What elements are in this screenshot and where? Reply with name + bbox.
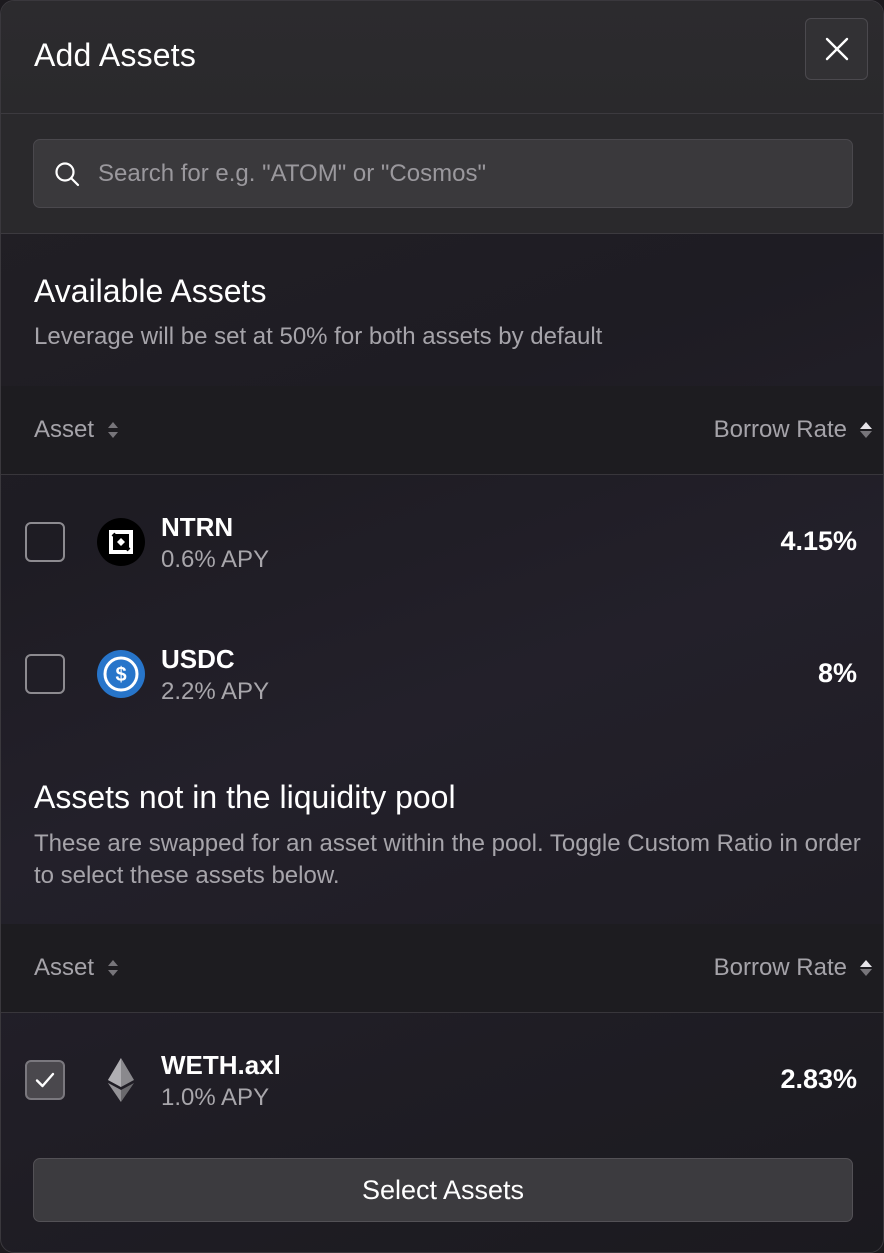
sort-ascending-icon: [860, 422, 872, 438]
asset-checkbox[interactable]: [25, 654, 65, 694]
asset-column-label: Asset: [34, 954, 95, 981]
asset-apy: 2.2% APY: [161, 678, 270, 705]
sort-icon: [108, 960, 119, 976]
close-button[interactable]: [805, 18, 868, 80]
svg-text:$: $: [115, 664, 126, 686]
search-input[interactable]: [98, 140, 838, 207]
asset-row-usdc[interactable]: $ USDC 2.2% APY 8%: [1, 624, 883, 724]
asset-checkbox[interactable]: [25, 522, 65, 562]
eth-icon: [108, 1058, 134, 1102]
asset-apy: 1.0% APY: [161, 1084, 270, 1111]
asset-symbol: WETH.axl: [161, 1050, 281, 1080]
ntrn-icon: [97, 518, 145, 566]
not-in-pool-subtitle: These are swapped for an asset within th…: [34, 830, 861, 889]
asset-apy: 0.6% APY: [161, 546, 270, 573]
asset-borrow-rate: 8%: [817, 658, 857, 688]
sort-icon: [108, 422, 119, 438]
search-area: [1, 114, 883, 234]
search-box[interactable]: [33, 139, 853, 208]
close-icon: [825, 37, 848, 61]
sort-by-asset-header[interactable]: Asset: [34, 416, 120, 444]
available-table-header: Asset Borrow Rate: [1, 386, 883, 475]
add-assets-modal: Add Assets Available Assets Leverage wil…: [0, 0, 884, 1253]
borrow-rate-column-label: Borrow Rate: [713, 416, 847, 443]
asset-column-label: Asset: [34, 416, 95, 443]
not-in-pool-table-header: Asset Borrow Rate: [1, 924, 883, 1013]
borrow-rate-column-label: Borrow Rate: [713, 954, 847, 981]
usdc-icon: $: [97, 650, 145, 698]
sort-ascending-icon: [860, 960, 872, 976]
not-in-pool-title: Assets not in the liquidity pool: [34, 779, 456, 815]
asset-borrow-rate: 2.83%: [780, 1064, 857, 1094]
asset-checkbox-checked[interactable]: [25, 1060, 65, 1100]
checkmark-icon: [35, 1072, 55, 1088]
sort-by-borrow-rate-header[interactable]: Borrow Rate: [714, 416, 873, 444]
asset-symbol: NTRN: [161, 512, 234, 542]
sort-by-borrow-rate-header[interactable]: Borrow Rate: [714, 954, 873, 982]
available-assets-title: Available Assets: [34, 273, 267, 309]
asset-borrow-rate: 4.15%: [780, 526, 857, 556]
search-icon: [55, 162, 80, 187]
available-assets-subtitle: Leverage will be set at 50% for both ass…: [34, 323, 603, 350]
modal-title: Add Assets: [34, 37, 197, 73]
sort-by-asset-header[interactable]: Asset: [34, 954, 120, 982]
asset-symbol: USDC: [161, 644, 235, 674]
asset-row-weth-axl[interactable]: WETH.axl 1.0% APY 2.83%: [1, 1030, 883, 1130]
modal-header: Add Assets: [1, 1, 883, 114]
asset-row-ntrn[interactable]: NTRN 0.6% APY 4.15%: [1, 492, 883, 592]
select-assets-button[interactable]: Select Assets: [33, 1158, 853, 1222]
